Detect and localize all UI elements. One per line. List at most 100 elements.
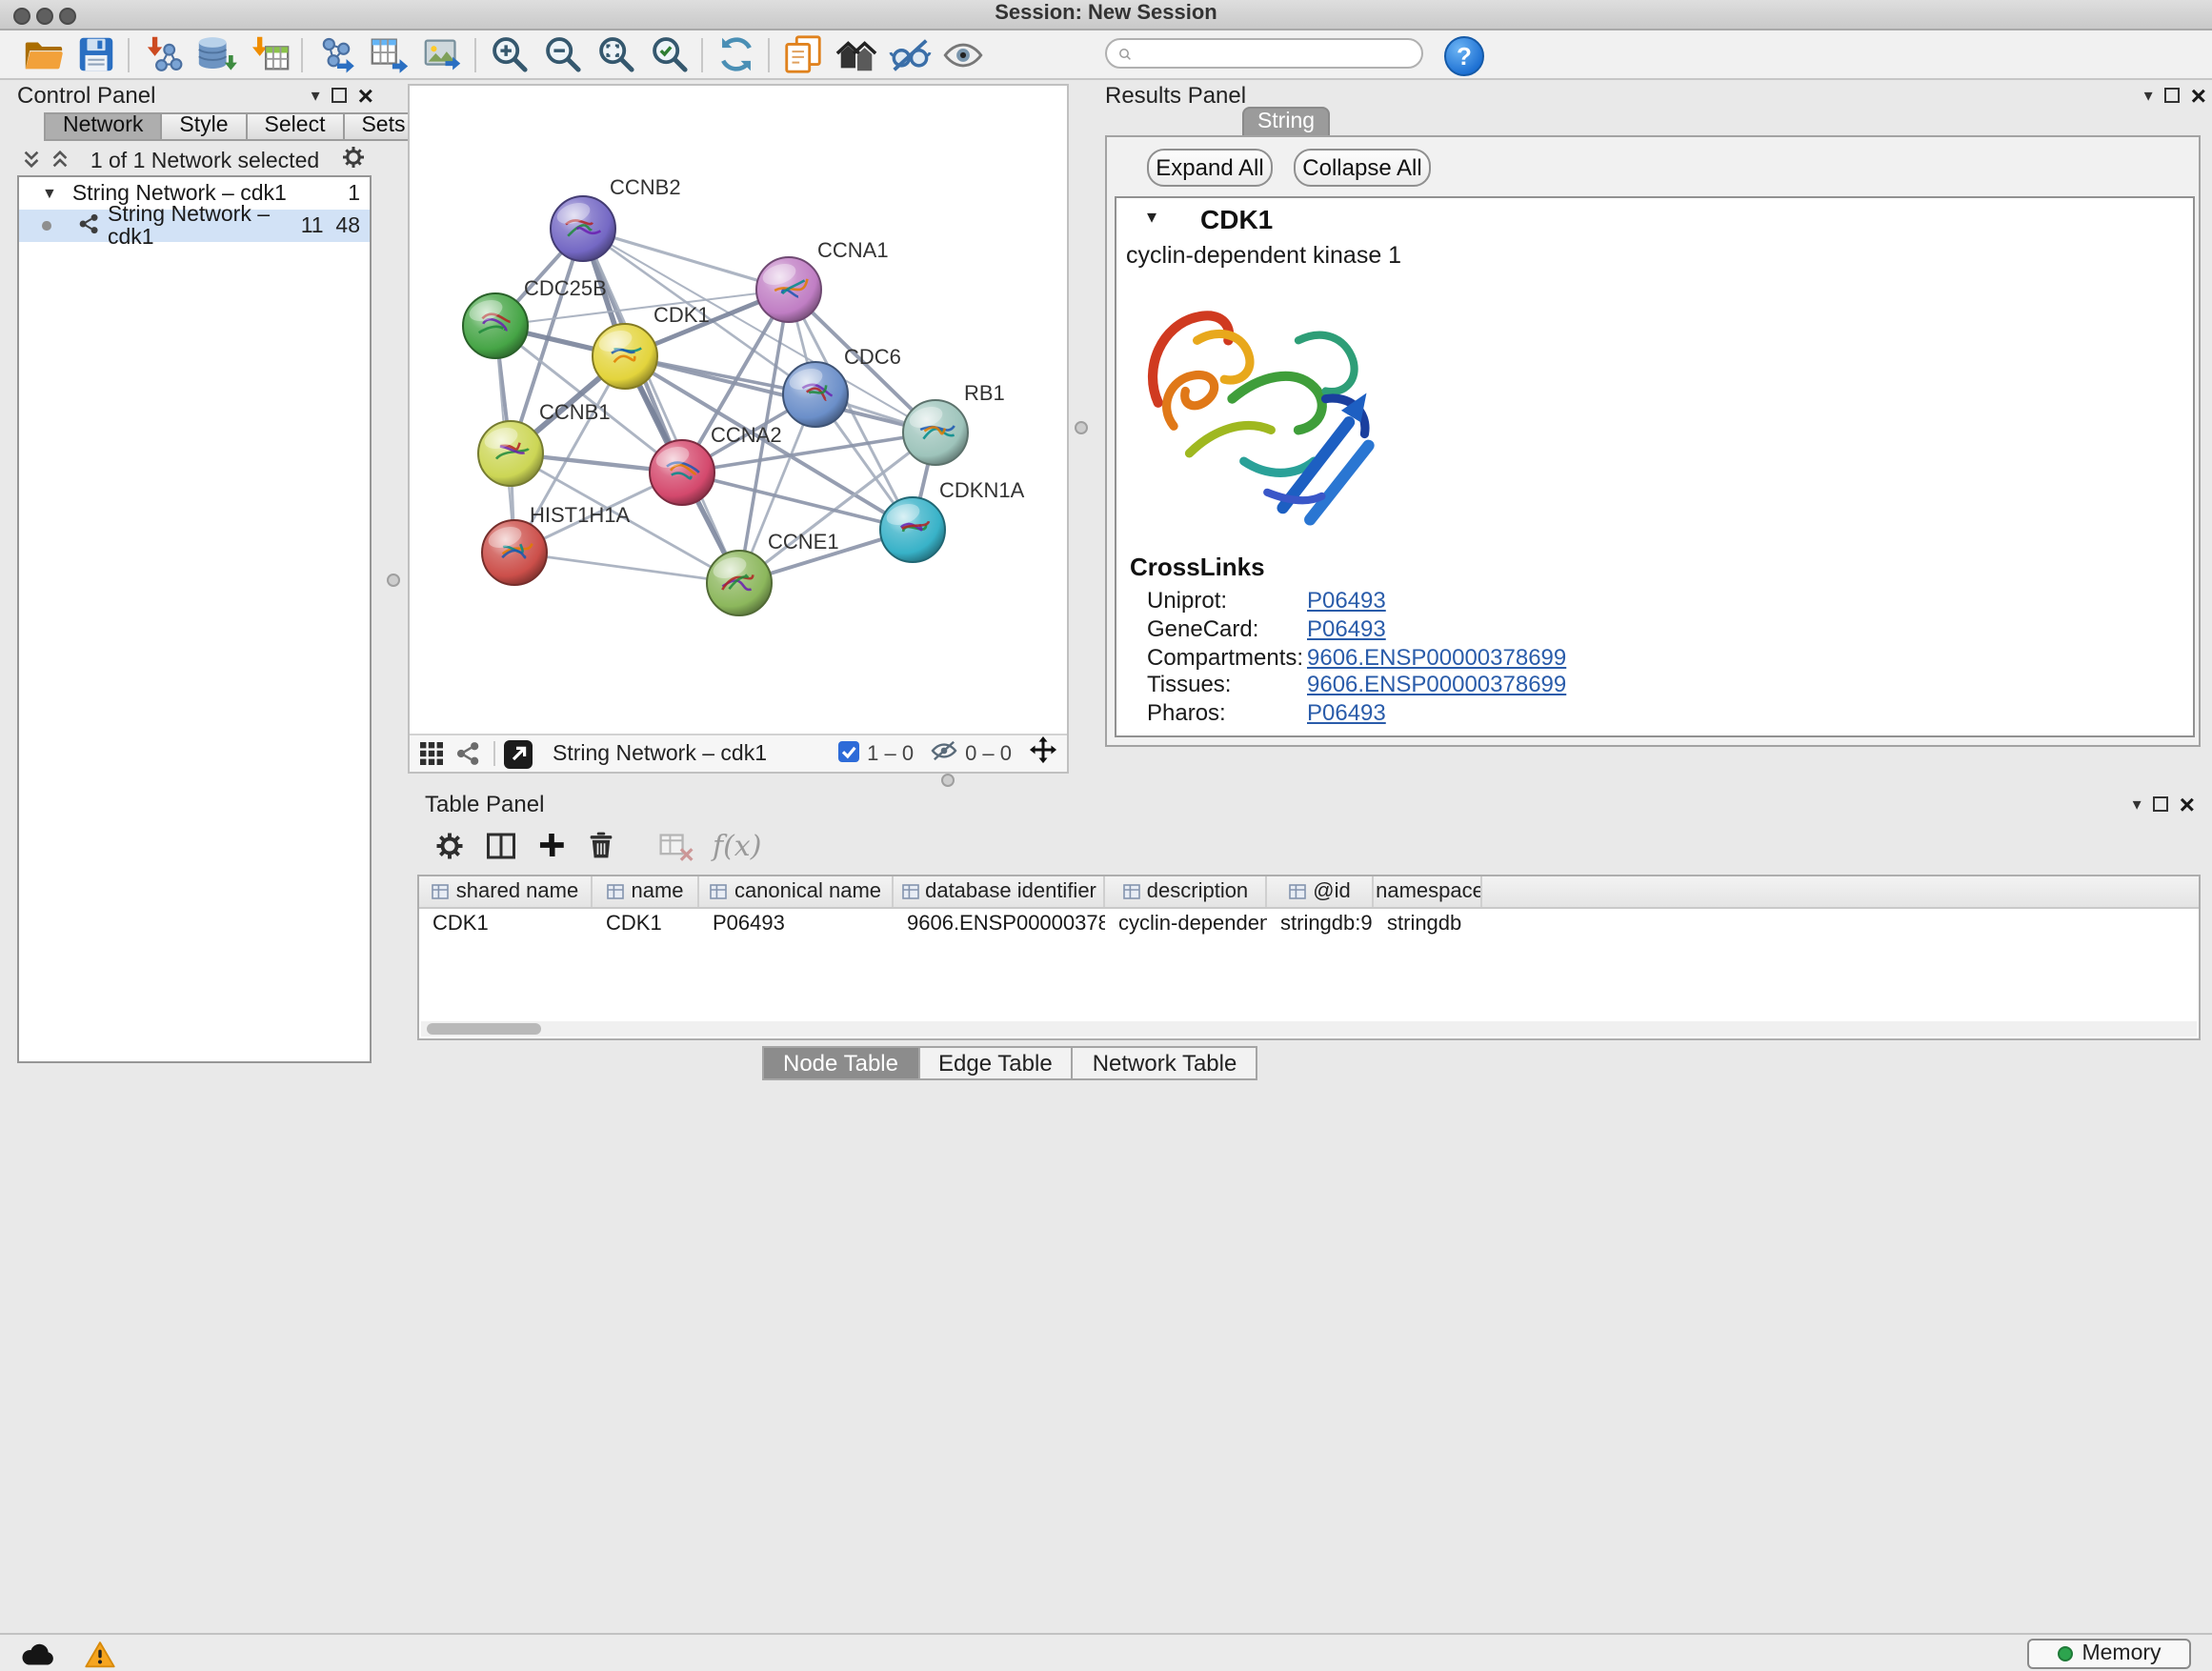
panel-close-icon[interactable]: ×	[2191, 86, 2206, 105]
detach-view-icon[interactable]	[503, 738, 533, 769]
delete-column-icon[interactable]	[585, 829, 617, 861]
gear-icon[interactable]	[339, 142, 368, 180]
tree-expand-icon[interactable]: ▼	[42, 185, 57, 202]
import-network-file-button[interactable]	[135, 31, 189, 77]
left-splitter-handle[interactable]	[387, 574, 400, 587]
zoom-selected-button[interactable]	[642, 31, 695, 77]
network-node-CDKN1A[interactable]: CDKN1A	[880, 478, 1025, 562]
network-edge[interactable]	[514, 553, 739, 583]
selected-checkbox-icon[interactable]	[838, 736, 859, 771]
show-graphics-details-button[interactable]	[935, 31, 989, 77]
panel-close-icon[interactable]: ×	[358, 86, 373, 105]
bottom-splitter-handle[interactable]	[941, 774, 955, 787]
table-cell[interactable]: CDK1	[593, 909, 699, 939]
zoom-out-icon	[540, 32, 584, 76]
export-table-button[interactable]	[362, 31, 415, 77]
network-node-RB1[interactable]: RB1	[903, 381, 1005, 465]
column-header-canonical-name[interactable]: canonical name	[699, 876, 894, 907]
panel-float-icon[interactable]	[2164, 88, 2180, 103]
network-graph[interactable]: CCNB2CCNA1CDC25BCDK1CDC6RB1CCNB1CCNA2CDK…	[410, 86, 1067, 734]
expand-all-icon[interactable]	[50, 144, 70, 178]
right-splitter-handle[interactable]	[1075, 421, 1088, 434]
tab-style[interactable]: Style	[160, 112, 247, 141]
hidden-eye-icon[interactable]	[929, 736, 957, 771]
panel-float-icon[interactable]	[332, 88, 347, 103]
network-selection-status: 1 of 1 Network selected	[70, 150, 339, 172]
table-gear-icon[interactable]	[432, 828, 467, 862]
add-column-icon[interactable]	[535, 829, 568, 861]
collapse-section-icon[interactable]: ▾	[1147, 208, 1156, 229]
window-close-button[interactable]	[13, 7, 30, 24]
collapse-all-icon[interactable]	[21, 144, 42, 178]
apply-layout-button[interactable]	[709, 31, 762, 77]
import-network-database-button[interactable]	[189, 31, 242, 77]
network-view-title: String Network – cdk1	[553, 742, 767, 765]
help-button[interactable]: ?	[1444, 36, 1484, 76]
export-network-button[interactable]	[309, 31, 362, 77]
window-minimize-button[interactable]	[36, 7, 53, 24]
crosslink-link[interactable]: P06493	[1307, 699, 1386, 728]
hide-graphics-details-button[interactable]	[882, 31, 935, 77]
column-header-id[interactable]: @id	[1267, 876, 1374, 907]
function-builder-icon[interactable]: f(x)	[713, 828, 761, 862]
export-image-button[interactable]	[415, 31, 469, 77]
collapse-all-button[interactable]: Collapse All	[1294, 149, 1431, 187]
crosslink-link[interactable]: P06493	[1307, 587, 1386, 615]
move-icon[interactable]	[1029, 735, 1057, 773]
panel-float-icon[interactable]	[2153, 796, 2168, 812]
network-node-HIST1H1A[interactable]: HIST1H1A	[482, 503, 630, 585]
tab-network-table[interactable]: Network Table	[1072, 1046, 1258, 1080]
tab-edge-table[interactable]: Edge Table	[917, 1046, 1074, 1080]
network-canvas[interactable]: CCNB2CCNA1CDC25BCDK1CDC6RB1CCNB1CCNA2CDK…	[408, 84, 1069, 774]
crosslink-link[interactable]: 9606.ENSP00000378699	[1307, 643, 1566, 672]
window-zoom-button[interactable]	[59, 7, 76, 24]
crosslink-link[interactable]: 9606.ENSP00000378699	[1307, 672, 1566, 700]
session-home-icon	[834, 32, 877, 76]
tab-string[interactable]: String	[1242, 107, 1330, 137]
table-horizontal-scrollbar[interactable]	[421, 1021, 2197, 1037]
show-graphics-details-icon	[940, 32, 984, 76]
table-cell[interactable]: stringdb:9...	[1267, 909, 1374, 939]
crosslink-link[interactable]: P06493	[1307, 615, 1386, 644]
zoom-fit-button[interactable]	[589, 31, 642, 77]
column-header-name[interactable]: name	[593, 876, 699, 907]
table-cell[interactable]: 9606.ENSP00000378699	[894, 909, 1105, 939]
zoom-in-button[interactable]	[482, 31, 535, 77]
open-session-button[interactable]	[15, 31, 69, 77]
scrollbar-thumb[interactable]	[427, 1023, 541, 1035]
show-columns-icon[interactable]	[484, 828, 518, 862]
column-header-description[interactable]: description	[1105, 876, 1267, 907]
expand-all-button[interactable]: Expand All	[1147, 149, 1273, 187]
grid-view-icon[interactable]	[419, 741, 444, 766]
tab-network[interactable]: Network	[44, 112, 162, 141]
toolbar-separator	[701, 37, 703, 71]
tab-node-table[interactable]: Node Table	[762, 1046, 919, 1080]
panel-close-icon[interactable]: ×	[2180, 795, 2195, 814]
table-cell[interactable]: cyclin-dependent ...	[1105, 909, 1267, 939]
table-cell[interactable]: stringdb	[1374, 909, 1482, 939]
warning-icon[interactable]	[84, 1638, 116, 1668]
table-row[interactable]: CDK1CDK1P064939606.ENSP00000378699cyclin…	[419, 909, 2199, 939]
panel-menu-icon[interactable]: ▾	[312, 85, 320, 106]
cloud-icon[interactable]	[19, 1639, 57, 1667]
network-row[interactable]: String Network – cdk1 11 48	[19, 210, 370, 242]
search-input[interactable]	[1139, 42, 1410, 65]
share-view-icon[interactable]	[455, 741, 480, 766]
crosslink-label: Uniprot:	[1147, 587, 1307, 615]
table-cell[interactable]: P06493	[699, 909, 894, 939]
zoom-out-button[interactable]	[535, 31, 589, 77]
save-session-button[interactable]	[69, 31, 122, 77]
tab-select[interactable]: Select	[246, 112, 345, 141]
network-node-CCNA1[interactable]: CCNA1	[756, 238, 889, 322]
session-home-button[interactable]	[829, 31, 882, 77]
node-table: shared namenamecanonical namedatabase id…	[417, 875, 2201, 1040]
panel-menu-icon[interactable]: ▾	[2144, 85, 2153, 106]
clone-network-button[interactable]	[775, 31, 829, 77]
column-header-database-identifier[interactable]: database identifier	[894, 876, 1105, 907]
column-header-namespace[interactable]: namespace	[1374, 876, 1482, 907]
import-table-file-button[interactable]	[242, 31, 295, 77]
column-header-shared-name[interactable]: shared name	[419, 876, 593, 907]
memory-button[interactable]: Memory	[2027, 1639, 2191, 1669]
panel-menu-icon[interactable]: ▾	[2133, 794, 2142, 815]
table-cell[interactable]: CDK1	[419, 909, 593, 939]
